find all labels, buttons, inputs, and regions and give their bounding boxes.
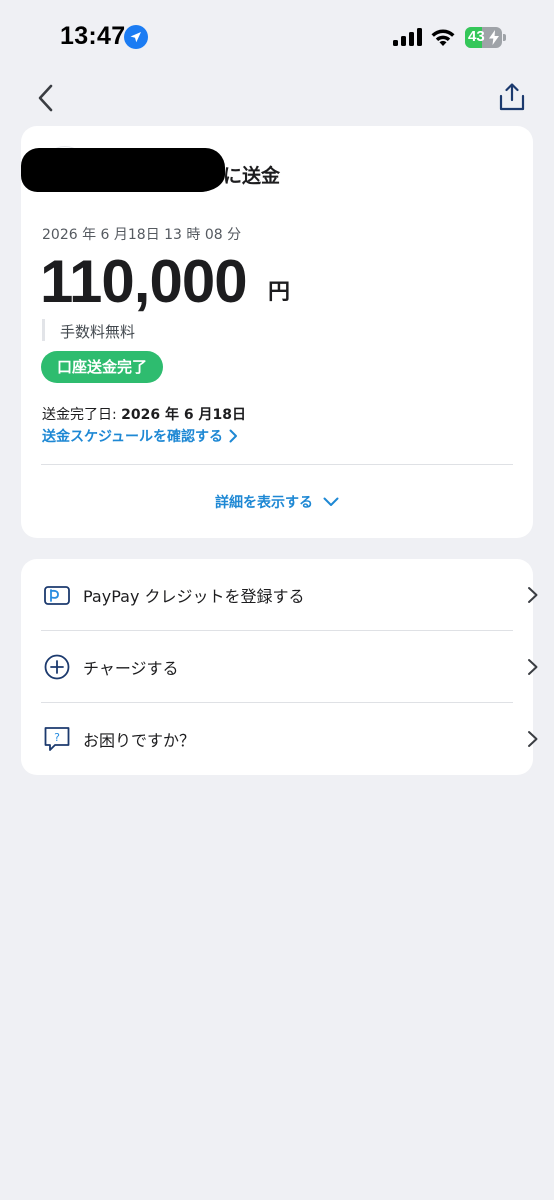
recipient-suffix: に送金 [223, 165, 281, 187]
chevron-down-icon [323, 497, 339, 506]
show-details-button[interactable]: 詳細を表示する [21, 492, 533, 512]
transfer-datetime: 2026 年 6 月18日 13 時 08 分 [42, 227, 242, 243]
show-details-label: 詳細を表示する [215, 495, 313, 511]
divider [41, 464, 513, 465]
cellular-signal-icon [393, 28, 422, 46]
completion-label: 送金完了日: [42, 407, 117, 423]
plus-circle-icon [44, 654, 70, 680]
redaction-mark [161, 148, 225, 192]
menu-item-label: PayPay クレジットを登録する [83, 587, 305, 606]
completion-date: 2026 年 6 月18日 [121, 407, 246, 423]
transfer-amount: 110,000 [40, 248, 248, 315]
battery-level: 43 [468, 28, 485, 45]
chevron-right-icon [528, 731, 538, 747]
completion-date-line: 送金完了日: 2026 年 6 月18日 [42, 404, 246, 424]
fee-label: 手数料無料 [60, 323, 136, 341]
menu-item-charge[interactable]: チャージする [21, 631, 538, 703]
help-chat-icon: ? [44, 727, 70, 751]
fee-indicator-bar [42, 319, 45, 341]
svg-text:?: ? [54, 731, 60, 744]
menu-item-label: チャージする [83, 659, 179, 678]
paypay-card-icon [44, 586, 70, 605]
status-badge: 口座送金完了 [41, 351, 164, 383]
chevron-right-icon [528, 587, 538, 603]
actions-menu-card: PayPay クレジットを登録する チャージする ? お困りですか？ [21, 559, 538, 775]
chevron-right-icon [528, 659, 538, 675]
share-icon[interactable] [498, 82, 526, 112]
schedule-link-label: 送金スケジュールを確認する [42, 429, 224, 445]
location-arrow-icon [124, 25, 148, 49]
transfer-summary-card: に送金 2026 年 6 月18日 13 時 08 分 110,000 円 手数… [21, 126, 533, 538]
battery-icon: 43 [465, 27, 506, 48]
status-bar: 13:47 43 [0, 0, 554, 74]
wifi-icon [431, 29, 455, 46]
schedule-link[interactable]: 送金スケジュールを確認する [42, 426, 238, 446]
menu-item-paypay-credit[interactable]: PayPay クレジットを登録する [21, 559, 538, 631]
back-chevron-icon[interactable] [34, 84, 58, 112]
currency-unit: 円 [268, 280, 291, 305]
menu-item-help[interactable]: ? お困りですか？ [21, 703, 538, 775]
chevron-right-icon [229, 429, 238, 443]
status-time: 13:47 [60, 22, 126, 50]
menu-item-label: お困りですか？ [83, 731, 196, 750]
